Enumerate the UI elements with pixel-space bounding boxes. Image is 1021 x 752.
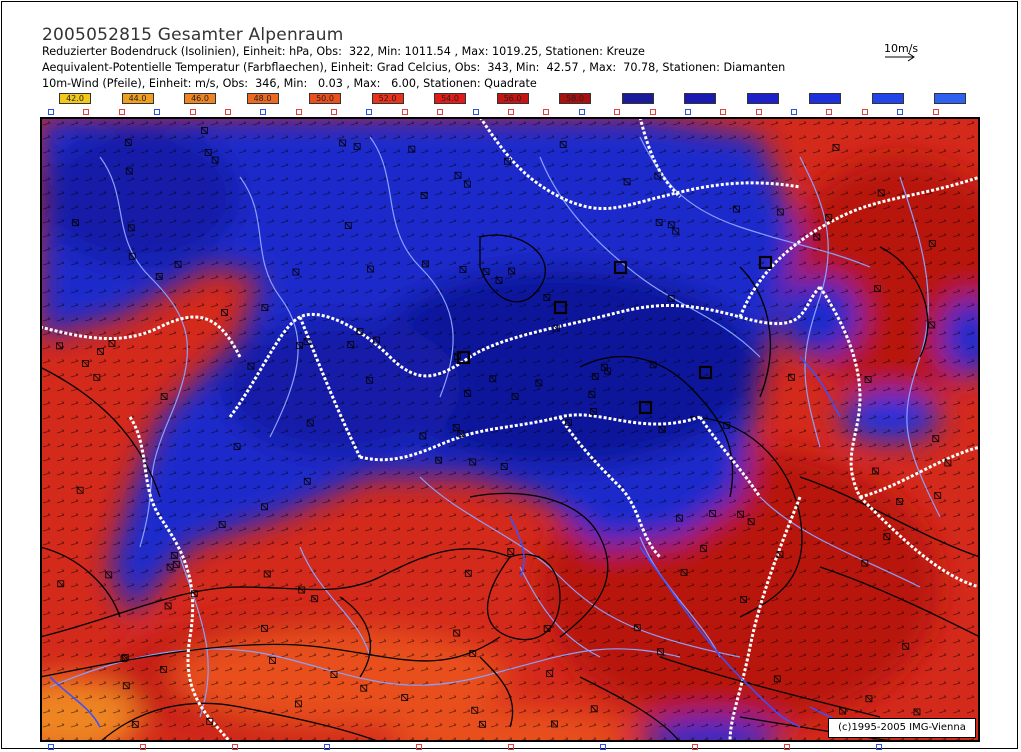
legend-swatch: 54.0 (434, 93, 466, 104)
edge-station-marker (154, 109, 161, 115)
edge-station-marker (366, 109, 373, 115)
edge-station-marker (140, 744, 146, 750)
edge-station-marker (324, 744, 330, 750)
bottom-station-markers (40, 742, 980, 752)
wind-reference-arrow-icon (885, 52, 915, 62)
edge-station-marker (578, 109, 585, 115)
edge-station-marker (224, 109, 231, 115)
weather-map (40, 117, 980, 742)
edge-station-marker (416, 744, 422, 750)
edge-station-marker (260, 109, 267, 115)
edge-station-marker (48, 744, 54, 750)
legend-swatch: 42.0 (59, 93, 91, 104)
edge-station-marker (472, 109, 479, 115)
edge-station-marker (401, 109, 408, 115)
edge-station-marker (755, 109, 762, 115)
edge-station-marker (83, 109, 90, 115)
edge-station-marker (118, 109, 125, 115)
edge-station-marker (295, 109, 302, 115)
top-station-markers (40, 107, 980, 117)
edge-station-marker (720, 109, 727, 115)
edge-station-marker (684, 109, 691, 115)
edge-station-marker (331, 109, 338, 115)
edge-station-marker (232, 744, 238, 750)
legend-swatch: 50.0 (309, 93, 341, 104)
edge-station-marker (826, 109, 833, 115)
edge-station-marker (897, 109, 904, 115)
temperature-description: Aequivalent-Potentielle Temperatur (Farb… (42, 61, 786, 74)
edge-station-marker (784, 744, 790, 750)
edge-station-marker (692, 744, 698, 750)
legend-swatch (684, 93, 716, 104)
wind-reference: 10m/s (884, 42, 918, 62)
map-title: 2005052815 Gesamter Alpenraum (42, 25, 344, 45)
legend-swatch (809, 93, 841, 104)
wind-arrows (40, 117, 980, 742)
legend-swatch (871, 93, 904, 104)
legend-swatch (621, 93, 654, 104)
edge-station-marker (861, 109, 868, 115)
legend-swatch: 52.0 (371, 93, 404, 104)
edge-station-marker (189, 109, 196, 115)
edge-station-marker (791, 109, 798, 115)
legend-swatch: 48.0 (246, 93, 279, 104)
legend-swatch: 56.0 (496, 93, 529, 104)
edge-station-marker (48, 109, 54, 115)
edge-station-marker (437, 109, 444, 115)
edge-station-marker (614, 109, 621, 115)
edge-station-marker (600, 744, 606, 750)
copyright-label: (c)1995-2005 IMG-Vienna (828, 718, 976, 738)
edge-station-marker (508, 109, 514, 115)
pressure-description: Reduzierter Bodendruck (Isolinien), Einh… (42, 45, 645, 58)
edge-station-marker (543, 109, 550, 115)
edge-station-marker (932, 109, 939, 115)
wind-description: 10m-Wind (Pfeile), Einheit: m/s, Obs: 34… (42, 77, 537, 90)
legend-swatch (746, 93, 779, 104)
color-legend: 42.0 44.0 46.0 48.0 50.0 52.0 54.0 56.0 58.0 (0, 93, 1021, 107)
legend-swatch: 46.0 (184, 93, 216, 104)
legend-swatch: 44.0 (121, 93, 154, 104)
edge-station-marker (508, 744, 514, 750)
edge-station-marker (649, 109, 656, 115)
edge-station-marker (876, 744, 882, 750)
legend-swatch (934, 93, 966, 104)
legend-swatch: 58.0 (559, 93, 591, 104)
